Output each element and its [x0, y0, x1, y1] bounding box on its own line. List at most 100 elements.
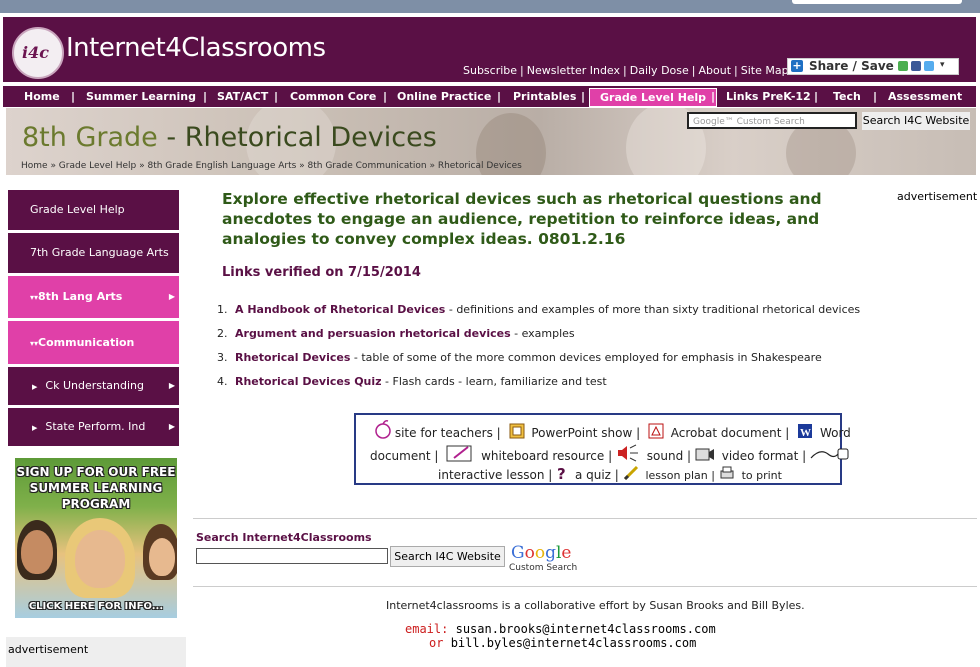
list-item: 1. A Handbook of Rhetorical Devices - def…	[217, 303, 860, 316]
share-email-icon	[898, 61, 908, 71]
sidebar-item-label: 7th Grade Language Arts	[30, 246, 169, 259]
legend-whiteboard: whiteboard resource |	[481, 449, 613, 463]
legend-line: site for teachers | PowerPoint show | Ac…	[372, 419, 851, 440]
list-item-number: 3.	[217, 351, 228, 364]
nav-common-core[interactable]: Common Core	[290, 86, 376, 107]
arrow-right-icon: ▶	[168, 422, 175, 431]
list-item-number: 4.	[217, 375, 228, 388]
legend-line: interactive lesson | ? a quiz | lesson p…	[438, 465, 782, 483]
nav-separator: |	[383, 90, 388, 103]
divider	[193, 518, 977, 519]
bottom-search-label: Search Internet4Classrooms	[196, 531, 372, 544]
main-advertisement: advertisement	[897, 190, 978, 203]
site-logo[interactable]: i4c Internet4Classrooms	[9, 23, 326, 79]
sidebar-item-communication[interactable]: ▾▾Communication	[6, 321, 179, 364]
promo-cta: CLICK HERE FOR INFO...	[28, 601, 164, 612]
sidebar-item-ck-understanding[interactable]: ▶ Ck Understanding ▶	[6, 367, 179, 405]
sidebar-item-label: Ck Understanding	[45, 379, 144, 392]
sidebar-item-8th-lang-arts[interactable]: ▾▾8th Lang Arts ▶	[6, 276, 179, 318]
nav-separator: |	[71, 90, 76, 103]
arrow-right-icon: ▶	[32, 383, 38, 391]
top-link-separator: |	[691, 64, 696, 77]
video-icon	[695, 446, 715, 461]
legend-powerpoint: PowerPoint show |	[531, 426, 641, 440]
nav-assessment[interactable]: Assessment	[888, 86, 962, 107]
arrow-right-icon: ▶	[32, 424, 38, 432]
plus-icon: +	[791, 59, 803, 72]
chevron-down-icon: ▾▾	[30, 293, 39, 302]
nav-summer-learning[interactable]: Summer Learning	[86, 86, 196, 107]
nav-links-prek12[interactable]: Links PreK-12	[726, 86, 811, 107]
google-custom-search-label: Custom Search	[509, 563, 578, 573]
printer-icon	[719, 465, 735, 479]
top-search-button[interactable]: Search I4C Website	[862, 112, 970, 130]
svg-text:?: ?	[557, 465, 566, 481]
nav-sat-act[interactable]: SAT/ACT	[217, 86, 268, 107]
legend-interactive: interactive lesson |	[438, 468, 553, 482]
share-save-button[interactable]: + Share / Save ▾	[787, 58, 959, 75]
breadcrumb[interactable]: Home » Grade Level Help » 8th Grade Engl…	[21, 161, 522, 171]
legend-video: video format |	[721, 449, 807, 463]
resource-description: - definitions and examples of more than …	[445, 303, 861, 316]
facebook-icon	[911, 61, 921, 71]
top-link-newsletter[interactable]: Newsletter Index	[527, 64, 620, 77]
footer-credit: Internet4classrooms is a collaborative e…	[386, 599, 805, 612]
top-link-subscribe[interactable]: Subscribe	[463, 64, 517, 77]
nav-separator: |	[497, 90, 502, 103]
email-line: email: susan.brooks@internet4classrooms.…	[405, 622, 716, 636]
nav-printables[interactable]: Printables	[513, 86, 576, 107]
resource-link[interactable]: Rhetorical Devices Quiz	[235, 375, 382, 388]
resource-description: - examples	[510, 327, 575, 340]
word-icon: W	[797, 423, 813, 439]
top-link-daily-dose[interactable]: Daily Dose	[630, 64, 689, 77]
nav-separator: |	[814, 90, 819, 103]
top-search-input[interactable]: Google™ Custom Search	[687, 112, 857, 129]
sidebar-item-label: Communication	[38, 336, 135, 349]
top-link-about[interactable]: About	[698, 64, 731, 77]
sidebar-advertisement: advertisement	[6, 637, 186, 667]
page-title-grade: 8th Grade	[22, 122, 158, 153]
chevron-down-icon: ▾▾	[30, 339, 39, 348]
resource-link[interactable]: A Handbook of Rhetorical Devices	[235, 303, 445, 316]
bottom-search-input[interactable]	[196, 548, 388, 564]
bottom-search-button[interactable]: Search I4C Website	[390, 546, 505, 567]
legend-word: Word	[819, 426, 851, 440]
summer-learning-promo[interactable]: SIGN UP FOR OUR FREE SUMMER LEARNING PRO…	[15, 458, 177, 618]
list-item-number: 1.	[217, 303, 228, 316]
nav-home[interactable]: Home	[24, 86, 60, 107]
resource-link[interactable]: Argument and persuasion rhetorical devic…	[235, 327, 511, 340]
page-title-separator: -	[157, 122, 185, 153]
main-nav: Home | Summer Learning | SAT/ACT | Commo…	[3, 86, 976, 107]
top-link-separator: |	[623, 64, 627, 77]
icon-legend: site for teachers | PowerPoint show | Ac…	[354, 413, 851, 485]
sound-icon	[616, 444, 640, 462]
chevron-down-icon: ▾	[940, 60, 945, 70]
promo-photo-face	[75, 530, 125, 588]
resource-link[interactable]: Rhetorical Devices	[235, 351, 350, 364]
sidebar-item-grade-level-help[interactable]: Grade Level Help	[6, 190, 179, 230]
promo-photo-face	[21, 530, 53, 574]
lesson-plan-icon	[623, 465, 639, 481]
logo-text: Internet4Classrooms	[66, 33, 326, 63]
or-label: or	[429, 636, 444, 650]
nav-online-practice[interactable]: Online Practice	[397, 86, 491, 107]
email-link-susan[interactable]: susan.brooks@internet4classrooms.com	[456, 622, 716, 636]
email-link-bill[interactable]: bill.byles@internet4classrooms.com	[451, 636, 697, 650]
sidebar-item-state-perform[interactable]: ▶ State Perform. Ind ▶	[6, 408, 179, 446]
legend-lesson-plan: lesson plan |	[645, 469, 715, 482]
links-verified: Links verified on 7/15/2014	[222, 265, 421, 280]
nav-grade-level-help[interactable]: Grade Level Help	[589, 88, 718, 107]
sidebar-item-7th-grade-language-arts[interactable]: 7th Grade Language Arts	[6, 233, 179, 273]
arrow-right-icon: ▶	[168, 381, 175, 390]
arrow-right-icon: ▶	[168, 292, 175, 301]
nav-separator: |	[873, 90, 878, 103]
list-item: 4. Rhetorical Devices Quiz - Flash cards …	[217, 375, 607, 388]
interactive-plug-icon	[810, 446, 850, 460]
email-label: email:	[405, 622, 449, 636]
top-link-separator: |	[734, 64, 738, 77]
top-link-site-map[interactable]: Site Map	[741, 64, 789, 77]
logo-badge-text: i4c	[22, 43, 49, 62]
top-links: Subscribe | Newsletter Index | Daily Dose | Ab…	[463, 64, 789, 77]
nav-tech[interactable]: Tech	[833, 86, 861, 107]
nav-separator: |	[581, 90, 586, 103]
